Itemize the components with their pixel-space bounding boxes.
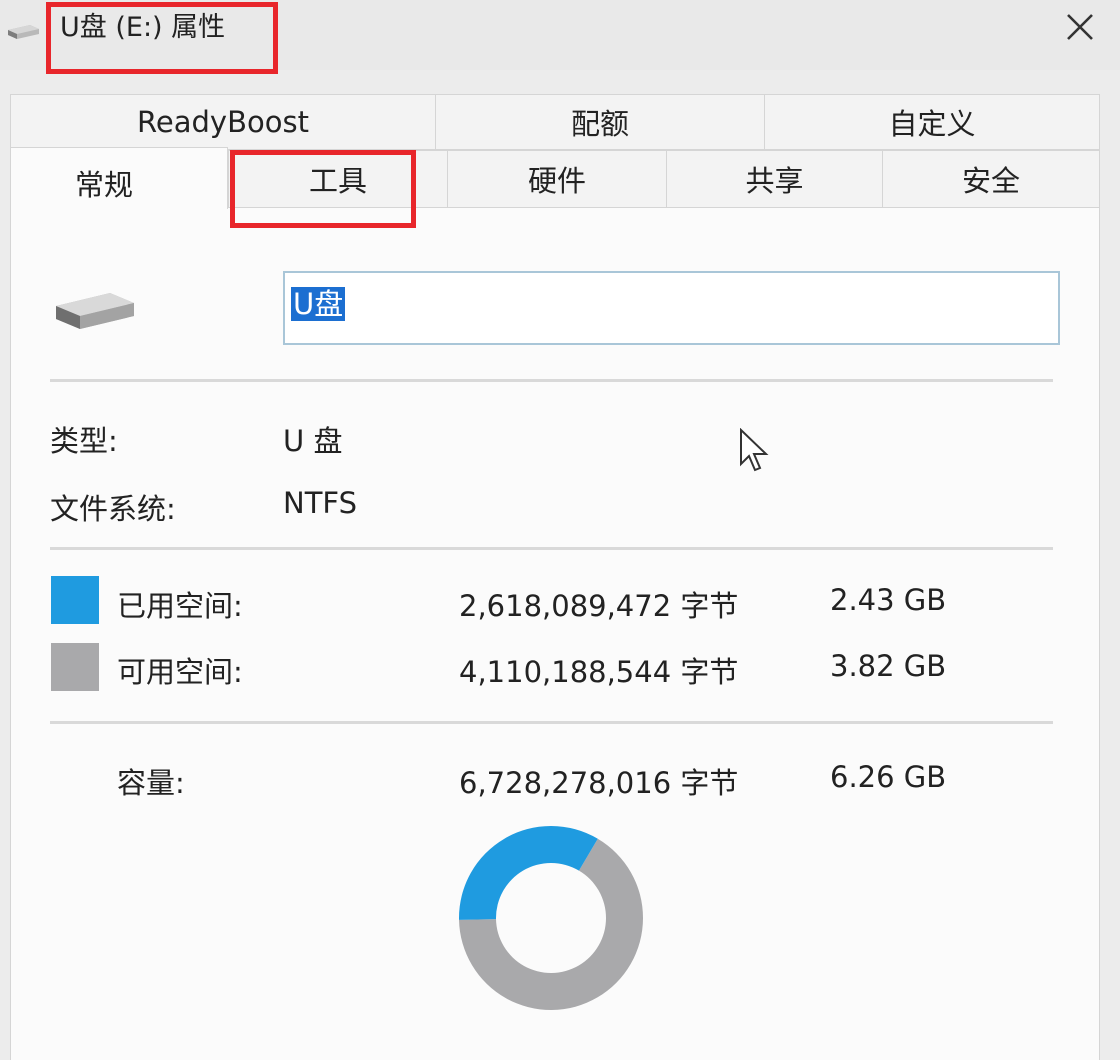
tab-tools-label: 工具	[308, 164, 367, 198]
tab-hardware[interactable]: 硬件	[447, 150, 667, 208]
filesystem-value: NTFS	[283, 486, 357, 520]
tab-readyboost[interactable]: ReadyBoost	[10, 94, 436, 150]
tab-security[interactable]: 安全	[882, 150, 1100, 208]
tab-tools[interactable]: 工具	[228, 150, 448, 208]
capacity-label: 容量:	[117, 766, 185, 800]
used-space-label: 已用空间:	[117, 589, 243, 623]
tab-general[interactable]: 常规	[10, 147, 228, 209]
drive-name-selected-text: U盘	[291, 287, 346, 321]
tab-readyboost-label: ReadyBoost	[137, 105, 309, 139]
divider-2	[50, 547, 1053, 550]
used-space-bytes: 2,618,089,472 字节	[459, 589, 739, 623]
type-label: 类型:	[50, 424, 118, 458]
free-space-size: 3.82 GB	[830, 649, 947, 683]
tab-security-label: 安全	[961, 164, 1020, 198]
used-space-swatch	[51, 576, 99, 624]
tab-sharing[interactable]: 共享	[666, 150, 883, 208]
used-space-size: 2.43 GB	[830, 583, 947, 617]
tab-general-label: 常规	[75, 168, 134, 202]
tab-customize-label: 自定义	[888, 107, 976, 141]
mouse-cursor-icon	[740, 428, 769, 472]
free-space-bytes: 4,110,188,544 字节	[459, 655, 739, 689]
divider-1	[50, 379, 1053, 382]
usb-drive-icon	[8, 25, 39, 39]
filesystem-label: 文件系统:	[50, 492, 176, 526]
donut-used-segment	[459, 826, 598, 920]
tab-hardware-label: 硬件	[527, 164, 586, 198]
capacity-size: 6.26 GB	[830, 760, 947, 794]
tab-quota-label: 配额	[570, 107, 629, 141]
usb-drive-icon	[56, 293, 134, 329]
tab-quota[interactable]: 配额	[435, 94, 765, 150]
close-icon	[1067, 14, 1093, 40]
drive-name-input[interactable]: U盘	[283, 271, 1060, 345]
window-title: U盘 (E:) 属性	[60, 12, 226, 43]
tab-customize[interactable]: 自定义	[764, 94, 1100, 150]
close-button[interactable]	[1054, 2, 1106, 52]
free-space-swatch	[51, 643, 99, 691]
usage-donut-chart	[459, 826, 643, 1010]
capacity-bytes: 6,728,278,016 字节	[459, 766, 739, 800]
free-space-label: 可用空间:	[117, 655, 243, 689]
type-value: U 盘	[283, 424, 343, 458]
tab-sharing-label: 共享	[745, 164, 804, 198]
divider-3	[50, 721, 1053, 724]
